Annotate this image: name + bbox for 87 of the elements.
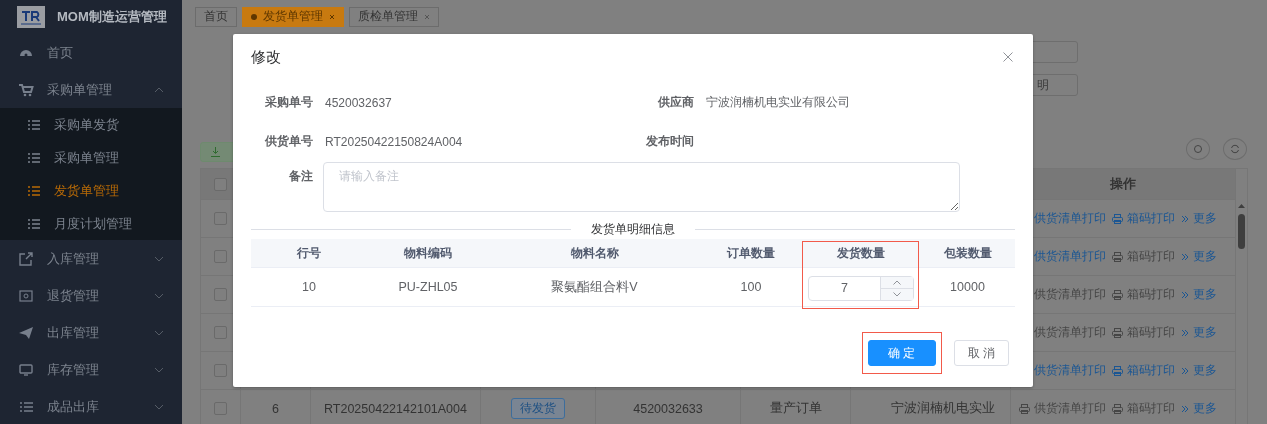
chevron-down-icon[interactable] <box>893 291 901 297</box>
list-icon <box>27 183 41 198</box>
column-header: 物料名称 <box>570 244 619 262</box>
confirm-button[interactable]: 确 定 <box>867 340 936 366</box>
field-value: 4520032637 <box>325 95 392 110</box>
menu-item[interactable]: 采购单管理 <box>0 71 182 108</box>
search-icon <box>1193 144 1203 154</box>
submenu-item[interactable]: 月度计划管理 <box>0 207 182 240</box>
column-header: 订单数量 <box>727 244 775 262</box>
menu-item[interactable]: 入库管理 <box>0 240 182 277</box>
page-tab[interactable]: 首页 <box>195 6 237 27</box>
printer-icon <box>1019 403 1030 414</box>
action-link[interactable]: 更多 <box>1181 286 1217 303</box>
screen-icon <box>18 287 34 304</box>
action-link[interactable]: 更多 <box>1181 324 1217 341</box>
scroll-up-icon[interactable] <box>1238 204 1245 208</box>
section-title: 发货单明细信息 <box>590 220 676 238</box>
remark-field[interactable]: 请输入备注 <box>323 162 960 212</box>
list-icon <box>27 150 41 165</box>
close-icon[interactable] <box>1003 52 1013 62</box>
table-cell: RT20250422142101A004 <box>324 401 467 416</box>
printer-icon <box>1112 251 1123 262</box>
double-chevron-icon <box>1181 214 1189 223</box>
external-link-icon <box>18 250 34 267</box>
field-label: 发布时间 <box>645 133 694 150</box>
cart-icon <box>18 81 34 98</box>
submenu-item[interactable]: 发货单管理 <box>0 174 182 207</box>
table-cell: 聚氨酯组合料V <box>551 278 638 296</box>
action-link[interactable]: 更多 <box>1181 400 1217 417</box>
column-header: 包装数量 <box>943 244 992 262</box>
table-cell: PU-ZHL05 <box>398 280 458 294</box>
action-link[interactable]: 更多 <box>1181 362 1217 379</box>
column-header: 发货数量 <box>837 244 885 262</box>
field-label: 采购单号 <box>264 94 313 111</box>
download-icon <box>211 147 220 157</box>
printer-icon <box>1112 365 1123 376</box>
menu-item[interactable]: 成品出库 <box>0 388 182 424</box>
action-link[interactable]: 箱码打印 <box>1112 210 1175 227</box>
double-chevron-icon <box>1181 366 1189 375</box>
printer-icon <box>1112 213 1123 224</box>
quantity-field[interactable]: 7 <box>808 275 914 301</box>
printer-icon <box>1112 403 1123 414</box>
submenu-item[interactable]: 采购单管理 <box>0 141 182 174</box>
action-link[interactable]: 更多 <box>1181 248 1217 265</box>
scrollbar-thumb[interactable] <box>1238 214 1245 249</box>
chevron-up-icon[interactable] <box>893 279 901 285</box>
paper-plane-icon <box>18 324 34 341</box>
table-cell: 宁波润楠机电实业 <box>891 400 995 417</box>
printer-icon <box>1112 289 1123 300</box>
list-icon <box>27 216 41 231</box>
column-header: 物料编码 <box>404 244 452 262</box>
table-cell: 4520032633 <box>633 401 703 416</box>
refresh-icon <box>1230 144 1240 154</box>
double-chevron-icon <box>1181 328 1189 337</box>
page-tab[interactable]: 质检单管理 <box>349 6 439 27</box>
table-cell: 量产订单 <box>769 400 822 417</box>
table-cell: 6 <box>272 401 279 416</box>
monitor-icon <box>18 361 34 378</box>
double-chevron-icon <box>1181 404 1189 413</box>
close-icon[interactable] <box>329 13 335 20</box>
column-header: 行号 <box>297 244 321 262</box>
cancel-button[interactable]: 取 消 <box>953 340 1009 366</box>
menu-item[interactable]: 库存管理 <box>0 351 182 388</box>
double-chevron-icon <box>1181 290 1189 299</box>
app-title: MOM制造运营管理 <box>57 8 167 26</box>
menu-item[interactable]: 首页 <box>0 34 182 71</box>
action-link[interactable]: 更多 <box>1181 210 1217 227</box>
field-value: 宁波润楠机电实业有限公司 <box>706 94 850 111</box>
submenu-item[interactable]: 采购单发货 <box>0 108 182 141</box>
field-value: RT20250422150824A004 <box>325 134 463 149</box>
field-label: 供货单号 <box>264 133 313 150</box>
field-label: 供应商 <box>657 94 694 111</box>
menu-item[interactable]: 出库管理 <box>0 314 182 351</box>
table-cell: 10000 <box>950 280 985 294</box>
double-chevron-icon <box>1181 252 1189 261</box>
table-cell: 10 <box>302 280 316 294</box>
list-icon <box>27 117 41 132</box>
page-tab[interactable]: 发货单管理 <box>242 6 344 27</box>
action-link[interactable]: 箱码打印 <box>1112 362 1175 379</box>
menu-item[interactable]: 退货管理 <box>0 277 182 314</box>
logo-icon <box>17 6 45 28</box>
status-tag: 待发货 <box>511 398 565 419</box>
close-icon[interactable] <box>424 13 430 20</box>
table-cell: 100 <box>740 280 762 294</box>
dialog-title: 修改 <box>251 47 281 67</box>
printer-icon <box>1112 327 1123 338</box>
field-label: 备注 <box>288 168 313 185</box>
